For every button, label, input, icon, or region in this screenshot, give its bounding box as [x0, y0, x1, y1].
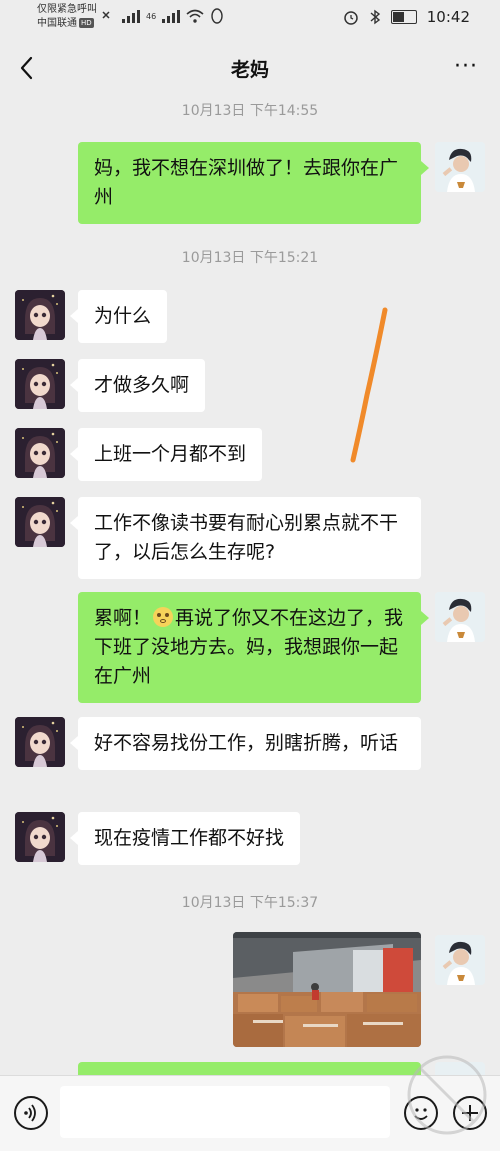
message-input[interactable]	[60, 1086, 390, 1138]
status-bar: 仅限紧急呼叫 中国联通 HD 46 10:42	[0, 0, 500, 38]
hd-badge: HD	[79, 18, 94, 28]
mom-avatar-image	[15, 290, 65, 340]
voice-icon	[24, 1104, 36, 1122]
battery-icon	[390, 10, 417, 24]
timestamp: 10月13日 下午15:37	[181, 895, 319, 911]
mom-avatar-image	[15, 717, 65, 767]
bluetooth-icon	[370, 9, 380, 25]
message-bubble-mom[interactable]: 为什么	[69, 290, 168, 343]
close-small-icon	[102, 11, 110, 19]
alarm-icon	[344, 11, 358, 25]
network-type: 46	[146, 11, 157, 21]
avatar-mom[interactable]	[15, 717, 65, 767]
watermark-stamp	[407, 1055, 487, 1135]
qq-penguin-icon	[211, 8, 223, 24]
signal-bars-2-icon	[162, 10, 181, 23]
message-bubble-self-partial[interactable]	[78, 1062, 421, 1076]
message-bubble-mom[interactable]: 上班一个月都不到	[69, 428, 263, 481]
message-bubble-mom[interactable]: 现在疫情工作都不好找	[69, 812, 301, 865]
mom-avatar-image	[15, 359, 65, 409]
message-bubble-mom[interactable]: 好不容易找份工作，别瞎折腾，听话	[70, 717, 421, 770]
image-message[interactable]	[233, 932, 421, 1047]
message-bubble-self[interactable]: 妈，我不想在深圳做了！去跟你在广州	[78, 142, 429, 224]
message-bubble-mom[interactable]: 才做多久啊	[69, 359, 206, 412]
avatar-mom[interactable]	[15, 290, 65, 340]
wifi-icon	[186, 9, 204, 23]
message-bubble-mom[interactable]: 工作不像读书要有耐心别累点就不干了，以后怎么生存呢?	[70, 497, 421, 579]
status-right: 10:42	[343, 8, 470, 26]
avatar-mom[interactable]	[15, 812, 65, 862]
message-text: 累啊！	[94, 607, 152, 629]
self-avatar-image	[435, 935, 485, 985]
avatar-self[interactable]	[435, 142, 485, 192]
message-bubble-self[interactable]: 累啊！ 再说了你又不在这边了，我下班了没地方去。妈，我想跟你一起在广州	[78, 592, 429, 703]
flushed-face-emoji-icon	[153, 607, 174, 627]
carrier-name: 中国联通	[37, 18, 77, 29]
more-options-button[interactable]: ···	[454, 54, 478, 79]
avatar-mom[interactable]	[15, 428, 65, 478]
orange-annotation-stroke	[350, 307, 388, 463]
battery-level	[392, 12, 404, 22]
mom-avatar-image	[15, 428, 65, 478]
mom-avatar-image	[15, 812, 65, 862]
voice-button[interactable]	[14, 1096, 48, 1130]
mom-avatar-image	[15, 497, 65, 547]
self-avatar-image	[435, 142, 485, 192]
timestamp: 10月13日 下午15:21	[181, 250, 319, 266]
emergency-calls-only-text: 仅限紧急呼叫	[37, 4, 97, 15]
timestamp: 10月13日 下午14:55	[181, 103, 319, 119]
chat-title: 老妈	[230, 59, 269, 81]
warehouse-boxes-photo	[233, 932, 421, 1047]
avatar-self[interactable]	[435, 935, 485, 985]
signal-icons: 46	[100, 8, 224, 24]
chat-header: 老妈 ···	[0, 38, 500, 98]
signal-bars-icon	[122, 10, 140, 23]
avatar-mom[interactable]	[15, 359, 65, 409]
avatar-mom[interactable]	[15, 497, 65, 547]
self-avatar-image	[435, 592, 485, 642]
avatar-self[interactable]	[435, 592, 485, 642]
clock: 10:42	[426, 8, 470, 26]
carrier-info: 仅限紧急呼叫 中国联通 HD	[37, 3, 97, 31]
